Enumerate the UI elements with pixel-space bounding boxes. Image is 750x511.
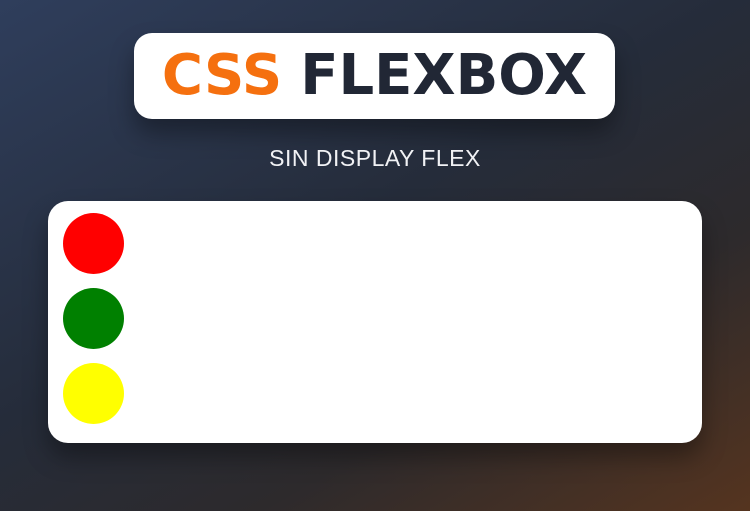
title-card: CSS FLEXBOX <box>134 33 615 119</box>
red-circle <box>63 213 124 274</box>
green-circle <box>63 288 124 349</box>
yellow-circle <box>63 363 124 424</box>
title-flexbox: FLEXBOX <box>300 43 588 108</box>
flex-container-box <box>48 201 702 443</box>
title-css: CSS <box>161 43 283 108</box>
subtitle: SIN DISPLAY FLEX <box>269 145 481 171</box>
